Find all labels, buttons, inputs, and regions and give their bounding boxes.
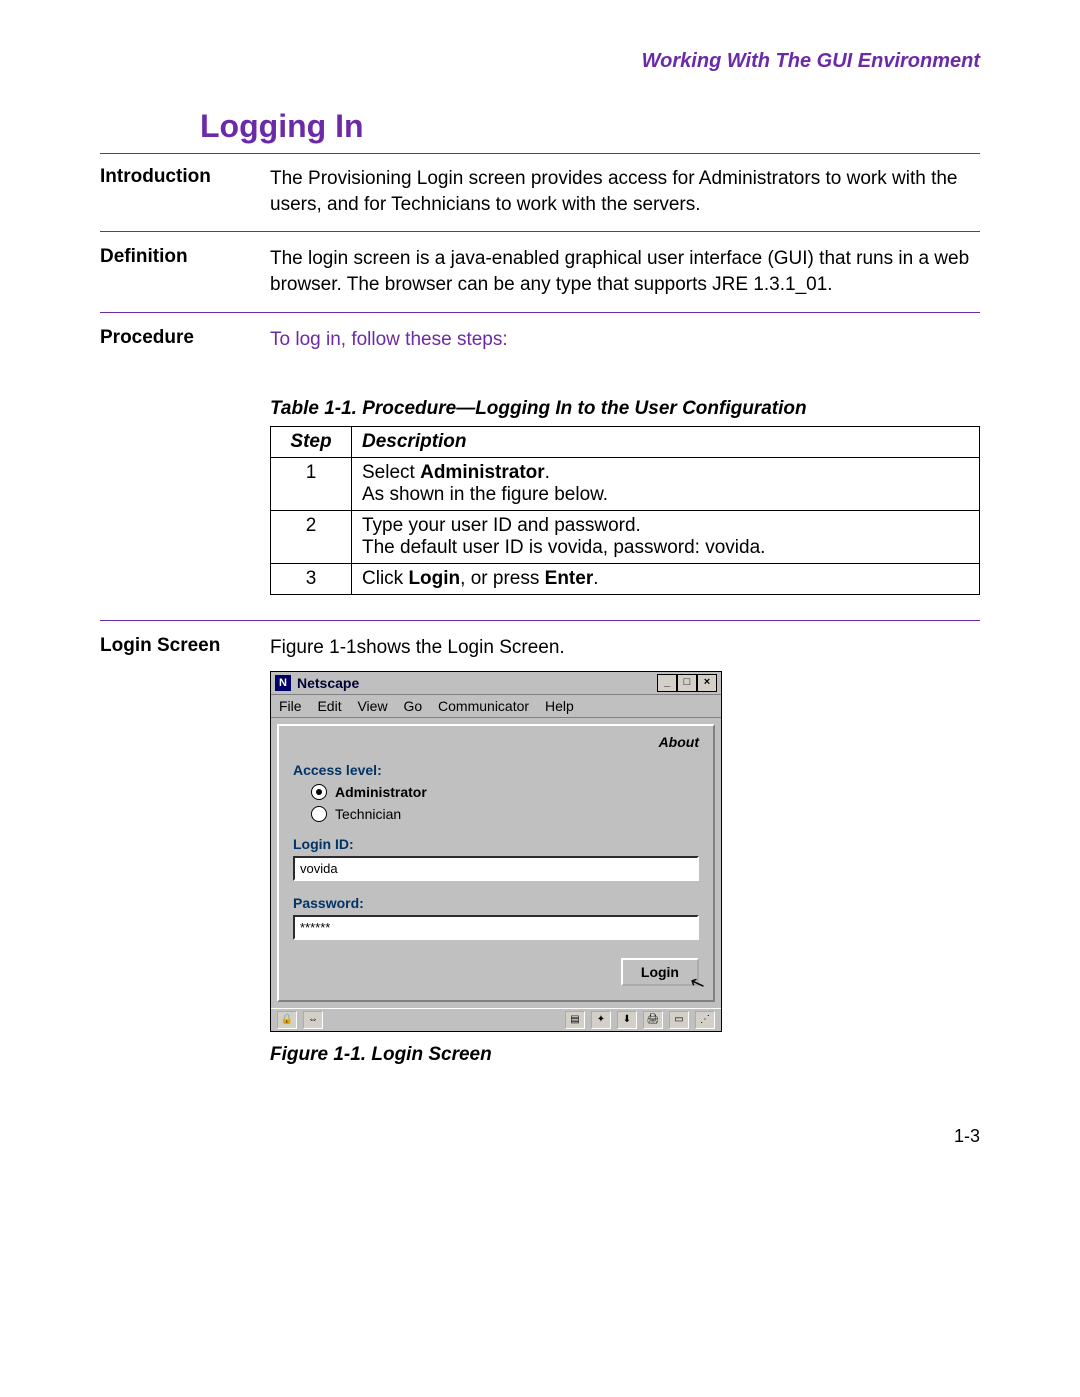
status-icon: 🔒 xyxy=(277,1011,297,1029)
status-icon: ▭ xyxy=(669,1011,689,1029)
login-screen-text: Figure 1-1shows the Login Screen. xyxy=(270,635,980,661)
procedure-label: Procedure xyxy=(100,327,270,353)
window-titlebar: N Netscape _ □ × xyxy=(271,672,721,695)
cursor-icon: ↖ xyxy=(687,971,708,996)
status-bar: 🔒 ⇔ ▤ ✦ ⬇ 🖨 ▭ ⋰ xyxy=(271,1008,721,1031)
page-title: Logging In xyxy=(200,108,980,145)
figure-caption: Figure 1-1. Login Screen xyxy=(270,1044,980,1066)
about-link[interactable]: About xyxy=(293,734,699,750)
status-icon: ▤ xyxy=(565,1011,585,1029)
login-button[interactable]: Login xyxy=(621,958,699,986)
minimize-button[interactable]: _ xyxy=(657,674,677,692)
step-desc: Click Login, or press Enter. xyxy=(352,564,980,595)
maximize-button[interactable]: □ xyxy=(677,674,697,692)
definition-label: Definition xyxy=(100,246,270,297)
step-number: 3 xyxy=(271,564,352,595)
step-number: 1 xyxy=(271,458,352,511)
introduction-text: The Provisioning Login screen provides a… xyxy=(270,166,980,217)
access-level-label: Access level: xyxy=(293,762,699,778)
resize-grip-icon: ⋰ xyxy=(695,1011,715,1029)
definition-text: The login screen is a java-enabled graph… xyxy=(270,246,980,297)
step-desc: Select Administrator. As shown in the fi… xyxy=(352,458,980,511)
login-screenshot: N Netscape _ □ × File Edit View Go Commu… xyxy=(270,671,722,1032)
step-number: 2 xyxy=(271,511,352,564)
menu-help[interactable]: Help xyxy=(545,698,574,714)
window-title: Netscape xyxy=(297,675,359,691)
radio-administrator-label: Administrator xyxy=(335,784,427,800)
password-input[interactable] xyxy=(293,915,699,940)
table-row: 2 Type your user ID and password. The de… xyxy=(271,511,980,564)
menu-communicator[interactable]: Communicator xyxy=(438,698,529,714)
login-id-input[interactable] xyxy=(293,856,699,881)
menu-edit[interactable]: Edit xyxy=(317,698,341,714)
menu-go[interactable]: Go xyxy=(403,698,422,714)
login-id-label: Login ID: xyxy=(293,836,699,852)
radio-technician-label: Technician xyxy=(335,806,401,822)
menu-bar: File Edit View Go Communicator Help xyxy=(271,695,721,718)
table-row: 3 Click Login, or press Enter. xyxy=(271,564,980,595)
table-caption: Table 1-1. Procedure—Logging In to the U… xyxy=(270,398,980,420)
status-icon: ✦ xyxy=(591,1011,611,1029)
section-rule xyxy=(100,620,980,621)
status-icon: 🖨 xyxy=(643,1011,663,1029)
status-icon: ⬇ xyxy=(617,1011,637,1029)
section-rule xyxy=(100,312,980,313)
page-number: 1-3 xyxy=(100,1126,980,1147)
running-header: Working With The GUI Environment xyxy=(100,50,980,73)
radio-technician[interactable] xyxy=(311,806,327,822)
close-button[interactable]: × xyxy=(697,674,717,692)
login-screen-label: Login Screen xyxy=(100,635,270,661)
table-row: 1 Select Administrator. As shown in the … xyxy=(271,458,980,511)
title-rule xyxy=(100,153,980,154)
procedure-table: Step Description 1 Select Administrator.… xyxy=(270,426,980,595)
table-head-desc: Description xyxy=(352,427,980,458)
menu-file[interactable]: File xyxy=(279,698,302,714)
step-desc: Type your user ID and password. The defa… xyxy=(352,511,980,564)
procedure-text: To log in, follow these steps: xyxy=(270,327,980,353)
radio-administrator[interactable] xyxy=(311,784,327,800)
introduction-label: Introduction xyxy=(100,166,270,217)
password-label: Password: xyxy=(293,895,699,911)
netscape-icon: N xyxy=(275,675,291,691)
table-head-step: Step xyxy=(271,427,352,458)
menu-view[interactable]: View xyxy=(357,698,387,714)
status-icon: ⇔ xyxy=(303,1011,323,1029)
section-rule xyxy=(100,231,980,232)
